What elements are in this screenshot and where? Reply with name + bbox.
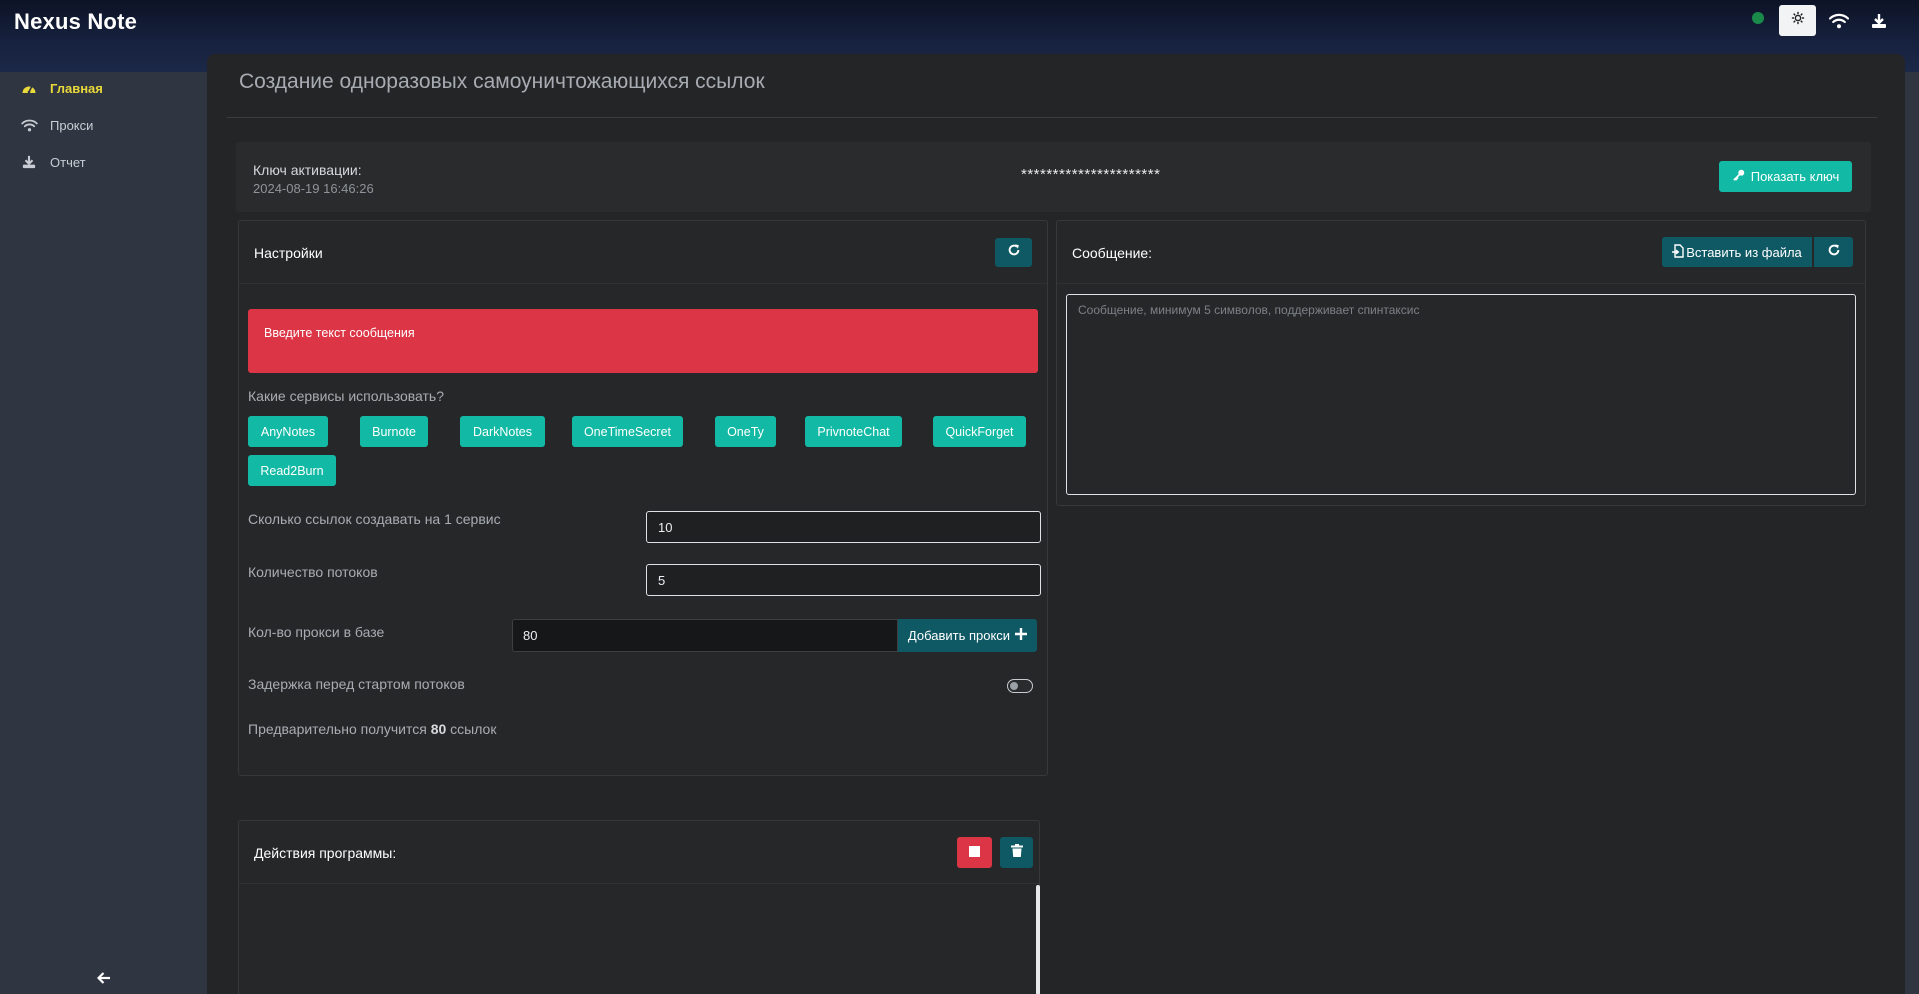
add-proxy-button[interactable]: Добавить прокси xyxy=(898,619,1037,652)
activation-date: 2024-08-19 16:46:26 xyxy=(253,181,374,196)
actions-card-header: Действия программы: xyxy=(239,821,1039,884)
key-icon xyxy=(1732,169,1745,185)
stop-icon xyxy=(969,844,980,862)
gear-icon xyxy=(1791,11,1805,30)
delay-toggle-switch[interactable] xyxy=(1007,679,1033,693)
refresh-icon xyxy=(1827,243,1841,262)
download-icon xyxy=(18,153,40,171)
message-card-header: Сообщение: Вставить из файла xyxy=(1057,221,1865,284)
theme-toggle-button[interactable] xyxy=(1779,5,1816,36)
main-content: Создание одноразовых самоуничтожающихся … xyxy=(207,54,1905,994)
links-per-service-label: Сколько ссылок создавать на 1 сервис xyxy=(248,511,501,527)
proxy-count-field: 80 xyxy=(512,619,898,652)
app-brand[interactable]: Nexus Note xyxy=(14,9,137,35)
service-button-read2burn[interactable]: Read2Burn xyxy=(248,455,336,486)
service-button-onetimesecret[interactable]: OneTimeSecret xyxy=(572,416,683,447)
message-title: Сообщение: xyxy=(1072,245,1153,261)
sidebar: Главная Прокси Отчет xyxy=(0,72,207,994)
add-proxy-label: Добавить прокси xyxy=(907,628,1011,643)
reset-message-button[interactable] xyxy=(1814,237,1853,267)
plus-icon xyxy=(1015,628,1028,643)
activation-key-bar: Ключ активации: 2024-08-19 16:46:26 ****… xyxy=(236,142,1871,212)
preview-suffix: ссылок xyxy=(450,721,497,737)
error-alert: Введите текст сообщения xyxy=(248,309,1038,373)
service-button-burnote[interactable]: Burnote xyxy=(360,416,428,447)
message-textarea[interactable]: Сообщение, минимум 5 символов, поддержив… xyxy=(1066,294,1856,495)
file-import-icon xyxy=(1672,243,1684,261)
sidebar-item-label: Прокси xyxy=(50,117,94,133)
links-per-service-input[interactable]: 10 xyxy=(646,511,1041,543)
threads-input[interactable]: 5 xyxy=(646,564,1041,596)
wifi-icon xyxy=(18,116,40,134)
activation-key-label: Ключ активации: xyxy=(253,162,362,178)
speedometer-icon xyxy=(18,79,40,97)
alert-text: Введите текст сообщения xyxy=(264,326,415,340)
insert-from-file-button[interactable]: Вставить из файла xyxy=(1662,237,1812,267)
connection-status-indicator xyxy=(1752,12,1764,24)
threads-label: Количество потоков xyxy=(248,564,378,580)
page-title: Создание одноразовых самоуничтожающихся … xyxy=(239,70,765,93)
message-card: Сообщение: Вставить из файла Сообщение, … xyxy=(1056,220,1866,506)
wifi-icon[interactable] xyxy=(1826,8,1852,34)
preview-count: 80 xyxy=(430,721,447,737)
program-actions-card: Действия программы: xyxy=(238,820,1040,994)
show-key-button[interactable]: Показать ключ xyxy=(1719,161,1852,192)
service-button-privnotechat[interactable]: PrivnoteChat xyxy=(805,416,902,447)
sidebar-item-report[interactable]: Отчет xyxy=(18,150,86,174)
sidebar-item-label: Отчет xyxy=(50,154,86,170)
settings-card-header: Настройки xyxy=(239,221,1047,284)
sidebar-item-proxy[interactable]: Прокси xyxy=(18,113,93,137)
refresh-icon xyxy=(1007,243,1021,262)
proxy-count-label: Кол-во прокси в базе xyxy=(248,624,385,640)
actions-title: Действия программы: xyxy=(254,845,397,861)
trash-icon xyxy=(1010,843,1023,862)
service-button-onety[interactable]: OneTy xyxy=(715,416,776,447)
clear-log-button[interactable] xyxy=(1000,837,1033,868)
preview-prefix: Предварительно получится xyxy=(248,721,427,737)
message-placeholder: Сообщение, минимум 5 символов, поддержив… xyxy=(1078,303,1420,317)
divider xyxy=(227,117,1877,118)
actions-log-scrollbar[interactable] xyxy=(1036,885,1040,994)
arrow-left-icon xyxy=(96,971,111,989)
service-button-quickforget[interactable]: QuickForget xyxy=(933,416,1026,447)
insert-from-file-label: Вставить из файла xyxy=(1686,244,1802,260)
sidebar-item-home[interactable]: Главная xyxy=(18,76,103,100)
sidebar-collapse-button[interactable] xyxy=(92,968,116,992)
sidebar-item-label: Главная xyxy=(50,80,103,96)
preview-summary: Предварительно получится 80 ссылок xyxy=(248,721,496,737)
reset-settings-button[interactable] xyxy=(995,238,1032,267)
service-button-darknotes[interactable]: DarkNotes xyxy=(460,416,545,447)
stop-button[interactable] xyxy=(957,837,992,868)
masked-key: ********************** xyxy=(1021,166,1161,183)
service-button-anynotes[interactable]: AnyNotes xyxy=(248,416,328,447)
show-key-label: Показать ключ xyxy=(1750,169,1840,184)
services-question: Какие сервисы использовать? xyxy=(248,388,444,404)
settings-title: Настройки xyxy=(254,245,323,261)
delay-label: Задержка перед стартом потоков xyxy=(248,676,465,692)
settings-card: Настройки Введите текст сообщения Какие … xyxy=(238,220,1048,776)
download-icon[interactable] xyxy=(1866,8,1892,34)
